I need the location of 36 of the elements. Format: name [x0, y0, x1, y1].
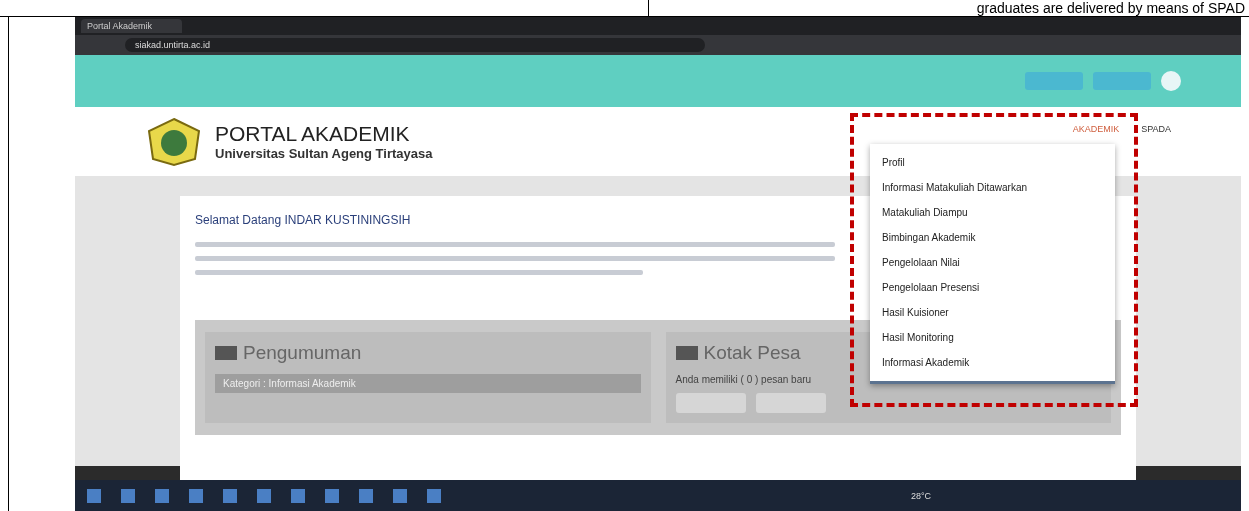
panel-icon — [215, 346, 237, 360]
address-bar[interactable]: siakad.untirta.ac.id — [125, 38, 705, 52]
taskbar-app-icon[interactable] — [155, 488, 169, 503]
taskbar-app-icon[interactable] — [325, 488, 339, 503]
menu-item[interactable]: Informasi Matakuliah Ditawarkan — [870, 175, 1115, 200]
browser-tab[interactable]: Portal Akademik — [81, 19, 183, 33]
taskbar-app-icon[interactable] — [223, 488, 237, 503]
taskbar-app-icon[interactable] — [393, 488, 407, 503]
nav-link[interactable]: AKADEMIK — [1072, 124, 1120, 134]
inbox-message: Anda memiliki ( 0 ) pesan baru — [675, 374, 813, 385]
menu-item[interactable]: Profil — [870, 150, 1115, 175]
menu-item[interactable]: Informasi Akademik — [870, 350, 1115, 375]
taskbar-app-icon[interactable] — [87, 488, 101, 503]
menu-item[interactable]: Hasil Monitoring — [870, 325, 1115, 350]
menu-item[interactable]: Bimbingan Akademik — [870, 225, 1115, 250]
panel-title: Pengumuman — [243, 342, 362, 364]
taskbar-app-icon[interactable] — [121, 488, 135, 503]
university-name: Universitas Sultan Ageng Tirtayasa — [215, 146, 433, 161]
portal-title: PORTAL AKADEMIK — [215, 122, 411, 146]
taskbar-app-icon[interactable] — [189, 488, 203, 503]
taskbar-app-icon[interactable] — [359, 488, 373, 503]
panel-title: Kotak Pesa — [703, 342, 801, 364]
menu-item[interactable]: Pengelolaan Nilai — [870, 250, 1115, 275]
menu-item[interactable]: Hasil Kuisioner — [870, 300, 1115, 325]
welcome-heading: Selamat Datang INDAR KUSTININGSIH — [195, 213, 411, 227]
weather-text: 28°C — [910, 490, 931, 501]
taskbar-app-icon[interactable] — [427, 488, 441, 503]
taskbar-app-icon[interactable] — [257, 488, 271, 503]
menu-item[interactable]: Matakuliah Diampu — [870, 200, 1115, 225]
menu-item[interactable]: Pengelolaan Presensi — [870, 275, 1115, 300]
nav-link[interactable]: SPADA — [1141, 124, 1171, 134]
category-bar: Kategori : Informasi Akademik — [215, 374, 641, 393]
university-logo-icon — [145, 116, 203, 167]
taskbar-app-icon[interactable] — [291, 488, 305, 503]
document-caption: graduates are delivered by means of SPAD — [976, 0, 1245, 16]
panel-icon — [675, 346, 698, 360]
